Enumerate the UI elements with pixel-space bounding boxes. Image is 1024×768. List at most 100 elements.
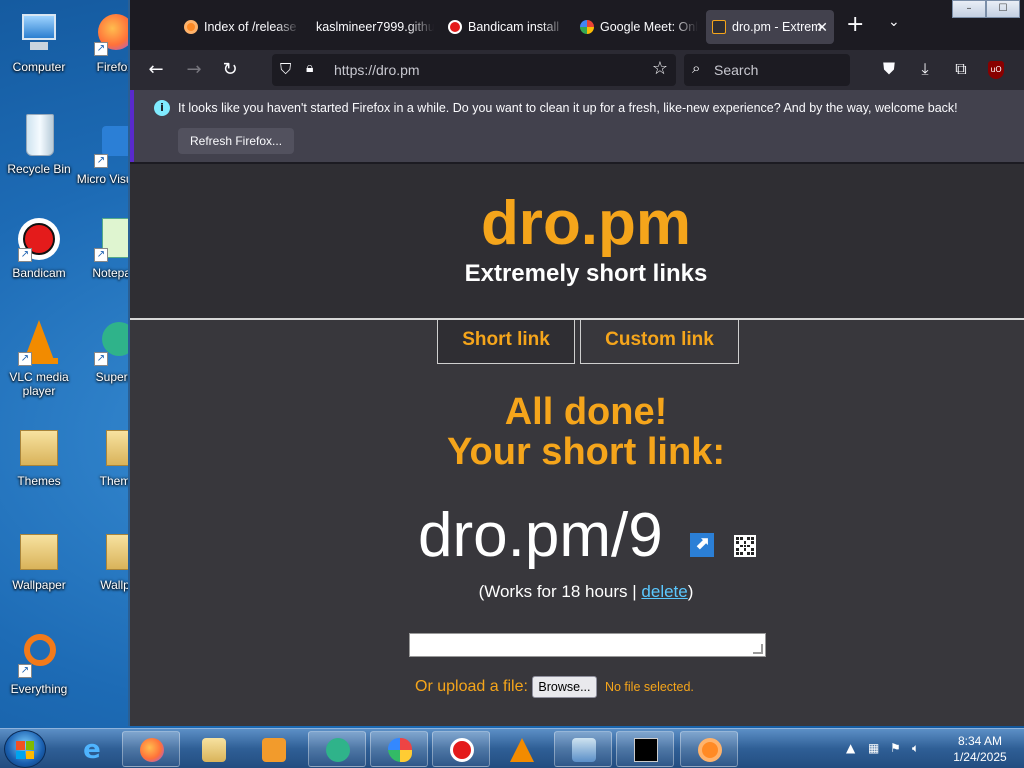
minimize-button[interactable]: – [952,0,986,18]
tracking-protection-shield-icon[interactable]: ⛉ [280,60,291,78]
no-file-selected-text: No file selected. [604,680,694,695]
taskbar-command-prompt[interactable] [616,731,674,767]
clock-date: 1/24/2025 [953,750,1007,764]
tab-google-meet[interactable]: Google Meet: Onl [574,10,698,44]
pocket-icon[interactable]: ⛊ [878,59,900,79]
tab-label: Index of /release [204,20,297,34]
address-bar[interactable]: ⛉ 🔒︎ https://dro.pm ☆ [272,54,676,86]
blender-icon [184,20,198,34]
desktop-icon-label: Recycle Bin [7,162,71,176]
taskbar-vlc[interactable] [492,731,550,767]
url-text[interactable]: https://dro.pm [334,54,420,86]
shortcut-arrow-icon: ↗ [94,352,108,366]
short-link-text[interactable]: dro.pm/9 [418,500,663,572]
list-all-tabs-chevron-icon[interactable]: ⌄ [888,14,900,30]
tab-index-of-release[interactable]: Index of /release [178,10,300,44]
site-logo[interactable]: dro.pm [130,184,1024,264]
google-icon [580,20,594,34]
app-icon [326,738,350,762]
tab-label: Bandicam install [468,20,560,34]
bookmark-star-icon[interactable]: ☆ [652,58,668,79]
close-tab-icon[interactable]: ✕ [816,10,828,44]
qr-code-icon[interactable] [734,535,756,557]
firefox-icon [140,738,164,762]
tab-bar: Index of /release kaslmineer7999.githu B… [130,0,1024,50]
bandicam-icon [448,20,462,34]
shortcut-arrow-icon: ↗ [94,42,108,56]
taskbar-firefox[interactable] [122,731,180,767]
tab-label: Google Meet: Onl [600,20,698,34]
network-icon[interactable]: ▦ [868,741,879,755]
ublock-origin-icon[interactable]: uO [988,61,1004,79]
desktop-icon-themes[interactable]: Themes [0,424,78,488]
bandicam-icon: ↗ [16,216,62,262]
desktop-icon-everything[interactable]: ↗ Everything [0,632,78,696]
folder-icon [202,738,226,762]
browse-button[interactable]: Browse... [532,676,597,698]
blender-icon [698,738,722,762]
taskbar: e ▲ ▦ ⚑ 🔈︎ 8:34 AM 1/24/2025 [0,728,1024,768]
desktop-icon-wallpaper[interactable]: Wallpaper [0,528,78,592]
taskbar-explorer[interactable] [184,731,242,767]
new-tab-button[interactable]: + [846,14,864,36]
taskbar-paint[interactable] [370,731,428,767]
action-center-flag-icon[interactable]: ⚑ [890,741,901,755]
site-tagline: Extremely short links [464,260,708,287]
desktop-icon-recycle-bin[interactable]: Recycle Bin [0,112,78,176]
system-tray: ▲ ▦ ⚑ 🔈︎ 8:34 AM 1/24/2025 [840,729,1024,768]
extensions-puzzle-icon[interactable]: ⧉ [950,59,972,79]
start-button[interactable] [4,730,46,768]
taskbar-media-player[interactable] [244,731,302,767]
tab-kaslmineer[interactable]: kaslmineer7999.githu [302,10,434,44]
maximize-button[interactable]: ☐ [986,0,1020,18]
recycle-bin-icon [16,112,62,158]
firefox-window: Index of /release kaslmineer7999.githu B… [128,0,1024,726]
expiry-info: (Works for 18 hours | delete) [130,582,1024,602]
upload-label: Or upload a file: [415,678,528,696]
shortcut-arrow-icon: ↗ [18,352,32,366]
taskbar-blender[interactable] [680,731,738,767]
file-upload-row: Or upload a file: Browse... No file sele… [415,676,694,698]
taskbar-bandicam[interactable] [432,731,490,767]
vlc-cone-icon [510,738,534,762]
link-textarea[interactable] [409,633,766,657]
internet-explorer-icon: e [83,735,101,765]
search-placeholder: Search [714,62,759,78]
delete-link[interactable]: delete [641,582,687,601]
refresh-firefox-button[interactable]: Refresh Firefox... [178,128,295,154]
open-link-external-icon[interactable]: ⬈ [690,533,714,557]
tab-dro-pm[interactable]: dro.pm - Extrem ✕ [706,10,834,44]
done-heading: All done! [504,391,668,433]
clock[interactable]: 8:34 AM 1/24/2025 [940,733,1020,765]
reload-icon[interactable]: ↻ [218,58,242,82]
desktop-icon-bandicam[interactable]: ↗ Bandicam [0,216,78,280]
taskbar-remote[interactable] [554,731,612,767]
tab-custom-link[interactable]: Custom link [580,320,739,364]
windows-logo-icon [16,741,34,759]
expiry-text: (Works for 18 hours | [478,582,642,601]
show-hidden-icons-chevron-icon[interactable]: ▲ [846,741,855,755]
folder-icon [16,424,62,470]
computer-icon [16,10,62,56]
tab-label: dro.pm - Extrem [732,20,822,34]
bandicam-icon [450,738,474,762]
desktop-icon-label: VLC media player [9,370,69,398]
taskbar-app-green[interactable] [308,731,366,767]
tab-bandicam-install[interactable]: Bandicam install [442,10,566,44]
volume-muted-icon[interactable]: 🔈︎ [912,741,919,756]
lock-icon[interactable]: 🔒︎ [306,60,313,76]
desktop-icon-computer[interactable]: Computer [0,10,78,74]
desktop-icon-label: Themes [17,474,61,488]
forward-arrow-icon[interactable]: → [182,58,206,82]
downloads-icon[interactable]: ⤓ [914,59,936,79]
expiry-suffix: ) [687,582,694,601]
desktop-icon-vlc[interactable]: ↗ VLC media player [0,320,78,398]
short-link-heading: Your short link: [447,431,725,473]
resize-grip-icon[interactable] [753,644,763,654]
search-box[interactable]: ⌕ Search [684,54,850,86]
tab-short-link[interactable]: Short link [437,320,575,364]
dro-pm-favicon-icon [712,20,726,34]
desktop-icon-label: Bandicam [12,266,66,280]
back-arrow-icon[interactable]: ← [144,58,168,82]
taskbar-internet-explorer[interactable]: e [62,731,120,767]
